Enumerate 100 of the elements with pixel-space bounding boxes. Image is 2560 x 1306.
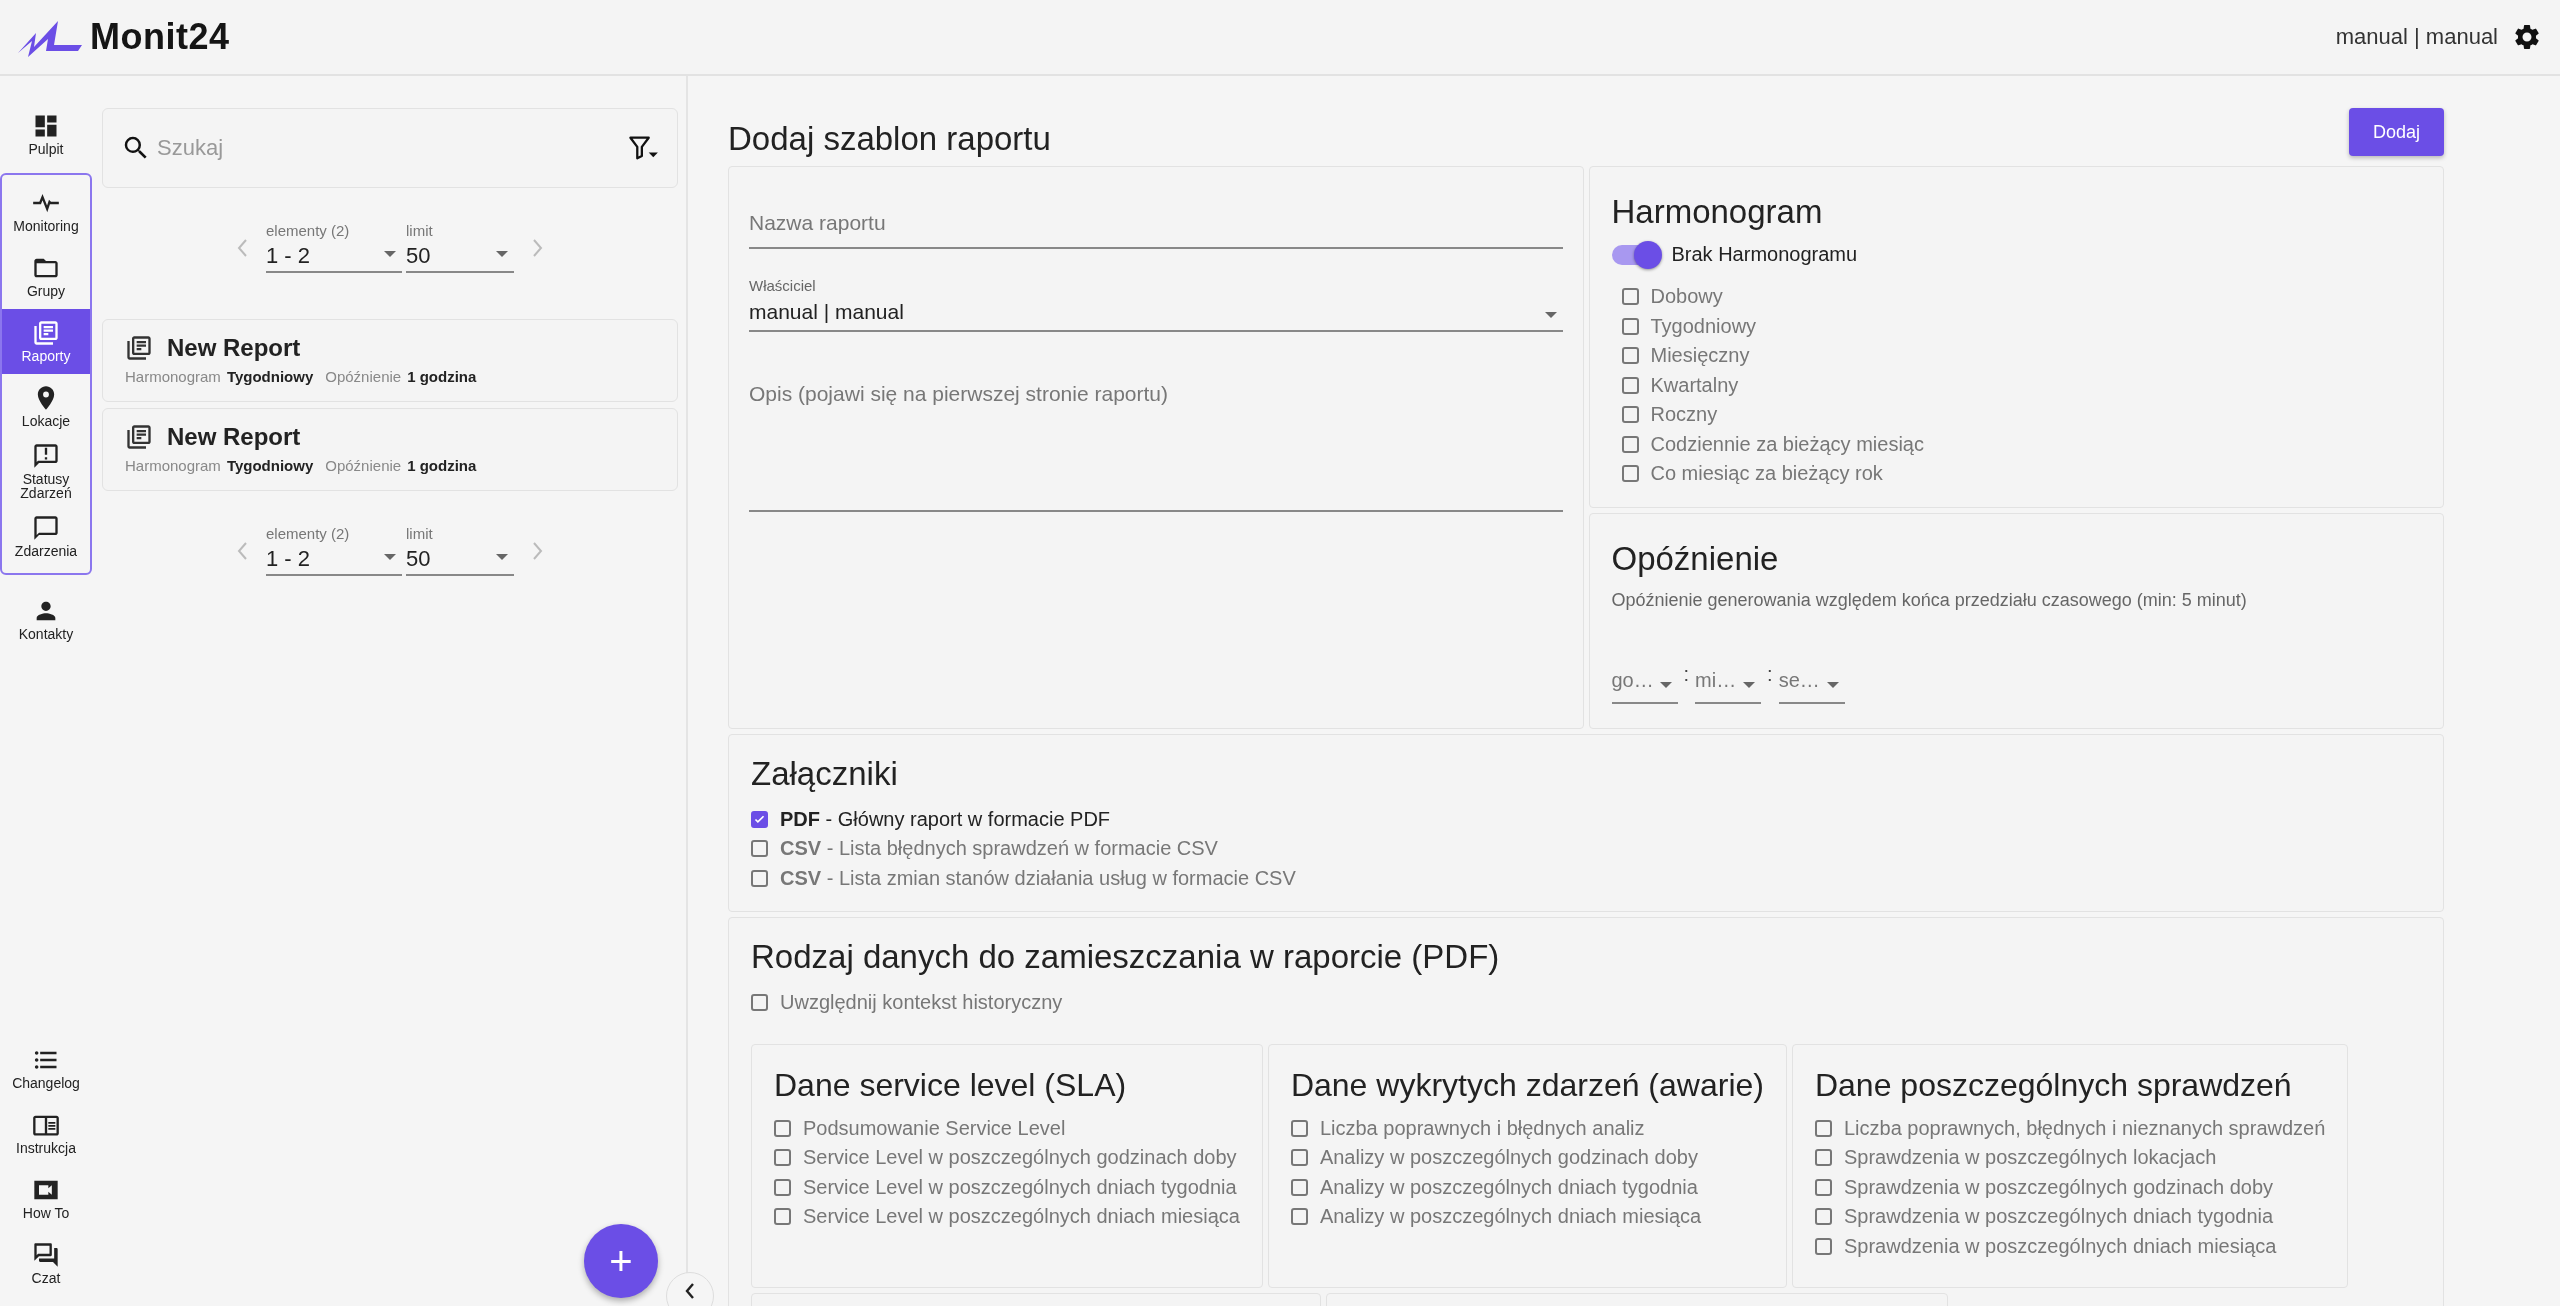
checkbox-label: Liczba poprawnych i błędnych analiz bbox=[1319, 1116, 1645, 1140]
nav-item[interactable]: Monitoring bbox=[2, 179, 90, 244]
checkbox-label: Podsumowanie Service Level bbox=[803, 1116, 1066, 1140]
limit-select[interactable]: limit 50 bbox=[406, 525, 514, 576]
checkbox[interactable] bbox=[774, 1178, 791, 1196]
checkbox[interactable] bbox=[1621, 317, 1639, 335]
user-name: manual | manual bbox=[2335, 24, 2498, 50]
collapse-button[interactable] bbox=[666, 1272, 714, 1306]
report-title: New Report bbox=[167, 423, 301, 451]
checkbox[interactable] bbox=[1621, 406, 1639, 424]
checkbox[interactable] bbox=[751, 869, 768, 887]
meta-value: Tygodniowy bbox=[226, 457, 314, 474]
nav-item[interactable]: Pulpit bbox=[2, 102, 90, 167]
checkbox[interactable] bbox=[1290, 1119, 1308, 1137]
checkbox-label: Sprawdzenia w poszczególnych lokacjach bbox=[1843, 1146, 2217, 1170]
nav-item[interactable]: How To bbox=[2, 1166, 90, 1231]
checkbox[interactable] bbox=[751, 810, 768, 828]
checkbox-label: CSV - Lista błędnych sprawdzeń w formacie CSV bbox=[780, 837, 1218, 861]
report-icon bbox=[125, 334, 153, 362]
checkbox[interactable] bbox=[751, 840, 768, 858]
checkbox-label: Tygodniowy bbox=[1650, 314, 1757, 338]
checkbox-label: Roczny bbox=[1650, 403, 1718, 427]
group-title: Dane service level (SLA) bbox=[774, 1066, 1128, 1104]
checkbox-label: PDF - Główny raport w formacie PDF bbox=[780, 807, 1111, 831]
report-card[interactable]: New Report Harmonogram Tygodniowy Opóźnienie 1 godzina bbox=[102, 408, 678, 491]
caret-icon bbox=[1826, 681, 1839, 688]
checkbox[interactable] bbox=[1621, 465, 1639, 483]
search-bar[interactable]: Szukaj bbox=[102, 108, 678, 188]
nav-item[interactable]: Changelog bbox=[2, 1036, 90, 1101]
delay-description: Opóźnienie generowania względem końca przedziału czasowego (min: 5 minut) bbox=[1611, 589, 2248, 611]
checkbox[interactable] bbox=[1290, 1208, 1308, 1226]
chat-icon bbox=[32, 1241, 60, 1269]
checkbox[interactable] bbox=[774, 1208, 791, 1226]
meta-value: 1 godzina bbox=[407, 457, 477, 474]
caret-icon bbox=[1659, 681, 1672, 688]
nav-item[interactable]: Czat bbox=[2, 1231, 90, 1296]
time-select[interactable]: se… bbox=[1778, 664, 1845, 704]
range-select[interactable]: elementy (2) 1 - 2 bbox=[266, 525, 402, 576]
toggle-label: Brak Harmonogramu bbox=[1671, 243, 1858, 266]
checkbox[interactable] bbox=[1290, 1178, 1308, 1196]
section-title: Opóźnienie bbox=[1611, 539, 1780, 578]
checkbox[interactable] bbox=[1814, 1178, 1832, 1196]
report-card[interactable]: New Report Harmonogram Tygodniowy Opóźnienie 1 godzina bbox=[102, 319, 678, 402]
checkbox[interactable] bbox=[1621, 288, 1639, 306]
caret-icon bbox=[496, 251, 508, 257]
owner-select[interactable]: Właściciel manual | manual bbox=[749, 277, 1563, 332]
checkbox[interactable] bbox=[1290, 1149, 1308, 1167]
section-title: Harmonogram bbox=[1611, 193, 1824, 231]
report-name-field[interactable]: Nazwa raportu bbox=[749, 201, 1563, 249]
add-template-button[interactable]: Dodaj bbox=[2348, 108, 2444, 156]
nav-item[interactable]: Grupy bbox=[2, 244, 90, 309]
checkbox-label: Codziennie za bieżący miesiąc bbox=[1650, 432, 1924, 456]
checkbox[interactable] bbox=[1814, 1149, 1832, 1167]
meta-label: Harmonogram bbox=[125, 457, 221, 474]
nav-item[interactable]: Kontakty bbox=[2, 587, 90, 652]
checkbox[interactable] bbox=[774, 1119, 791, 1137]
group-title: Dane poszczególnych sprawdzeń bbox=[1814, 1066, 2293, 1104]
caret-icon bbox=[1544, 312, 1557, 318]
alert-bubble-icon bbox=[32, 442, 60, 470]
page-title: Dodaj szablon raportu bbox=[728, 120, 1051, 158]
nav-item[interactable]: Zdarzenia bbox=[2, 504, 90, 569]
checkbox[interactable] bbox=[1621, 435, 1639, 453]
limit-select[interactable]: limit 50 bbox=[406, 222, 514, 273]
logo-text: Monit24 bbox=[90, 16, 230, 58]
meta-label: Opóźnienie bbox=[325, 457, 402, 474]
caret-icon bbox=[496, 554, 508, 560]
checkbox[interactable] bbox=[1621, 376, 1639, 394]
checkbox[interactable] bbox=[1814, 1119, 1832, 1137]
checkbox-label: Uwzględnij kontekst historyczny bbox=[780, 991, 1063, 1015]
checkbox[interactable] bbox=[751, 994, 768, 1012]
time-separator: : bbox=[1683, 662, 1690, 686]
checkbox[interactable] bbox=[1814, 1237, 1832, 1255]
nav-item[interactable]: Raporty bbox=[2, 309, 90, 374]
checkbox-label: Co miesiąc za bieżący rok bbox=[1650, 462, 1883, 486]
time-select[interactable]: go… bbox=[1611, 664, 1678, 704]
filter-icon[interactable] bbox=[627, 134, 659, 162]
search-field[interactable]: Szukaj bbox=[155, 134, 623, 162]
settings-icon[interactable] bbox=[2512, 22, 2542, 52]
checkbox[interactable] bbox=[774, 1149, 791, 1167]
description-field[interactable]: Opis (pojawi się na pierwszej stronie raportu) bbox=[749, 382, 1563, 512]
report-icon bbox=[125, 423, 153, 451]
meta-label: Harmonogram bbox=[125, 368, 221, 385]
nav-item[interactable]: Instrukcja bbox=[2, 1101, 90, 1166]
range-select[interactable]: elementy (2) 1 - 2 bbox=[266, 222, 402, 273]
nav-item[interactable]: Statusy Zdarzeń bbox=[2, 439, 90, 504]
add-button[interactable]: + bbox=[584, 1224, 658, 1298]
checkbox-label: Dobowy bbox=[1650, 285, 1723, 309]
meta-value: Tygodniowy bbox=[226, 368, 314, 385]
report-title: New Report bbox=[167, 334, 301, 362]
checkbox[interactable] bbox=[1621, 347, 1639, 365]
section-title: Załączniki bbox=[751, 754, 899, 793]
checkbox[interactable] bbox=[1814, 1208, 1832, 1226]
checkbox-label: Sprawdzenia w poszczególnych dniach tygodnia bbox=[1843, 1205, 2274, 1229]
caret-icon bbox=[384, 251, 396, 257]
checkbox-label: Service Level w poszczególnych dniach miesiąca bbox=[803, 1205, 1240, 1229]
speech-bubble-icon bbox=[32, 514, 60, 542]
time-select[interactable]: mi… bbox=[1695, 664, 1762, 704]
chevron-left-icon bbox=[684, 1281, 696, 1301]
checkbox-label: Analizy w poszczególnych dniach miesiąca bbox=[1319, 1205, 1702, 1229]
nav-item[interactable]: Lokacje bbox=[2, 374, 90, 439]
